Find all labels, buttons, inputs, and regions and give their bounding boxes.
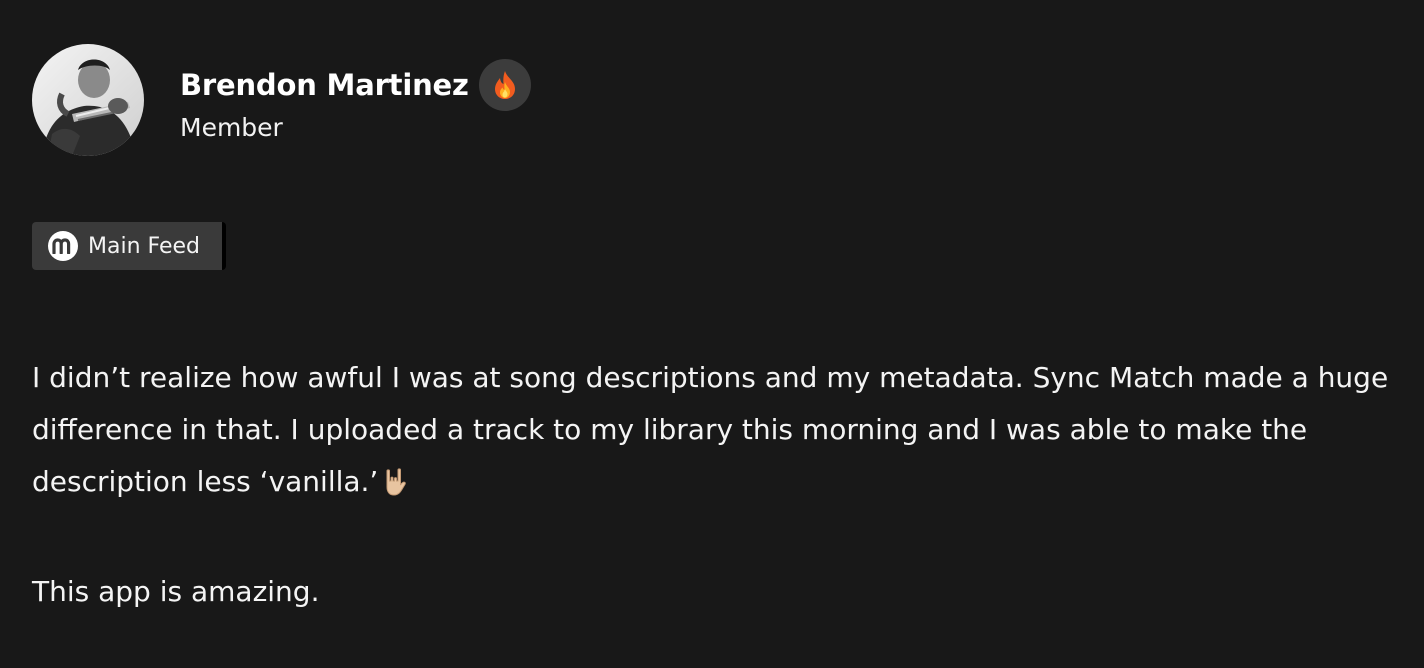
fire-icon	[494, 70, 515, 99]
feed-label: Main Feed	[88, 233, 200, 259]
author-name-row: Brendon Martinez	[180, 58, 531, 111]
m-logo-icon	[48, 231, 78, 261]
author-role: Member	[180, 112, 283, 142]
rock-on-hand-icon	[382, 462, 408, 514]
post-header: Brendon Martinez Member	[32, 44, 531, 156]
post-paragraph: I didn’t realize how awful I was at song…	[32, 352, 1402, 514]
avatar-photo-icon	[32, 44, 144, 156]
fire-badge	[478, 58, 531, 111]
avatar[interactable]	[32, 44, 144, 156]
post-paragraph-text: I didn’t realize how awful I was at song…	[32, 361, 1389, 498]
author-name[interactable]: Brendon Martinez	[180, 68, 469, 102]
post-card: Brendon Martinez Member Main Feed I didn…	[0, 0, 1424, 668]
author-info: Brendon Martinez Member	[180, 58, 531, 142]
post-body: I didn’t realize how awful I was at song…	[32, 352, 1402, 618]
feed-chip-main-feed[interactable]: Main Feed	[32, 222, 226, 270]
post-paragraph: This app is amazing.	[32, 575, 320, 608]
